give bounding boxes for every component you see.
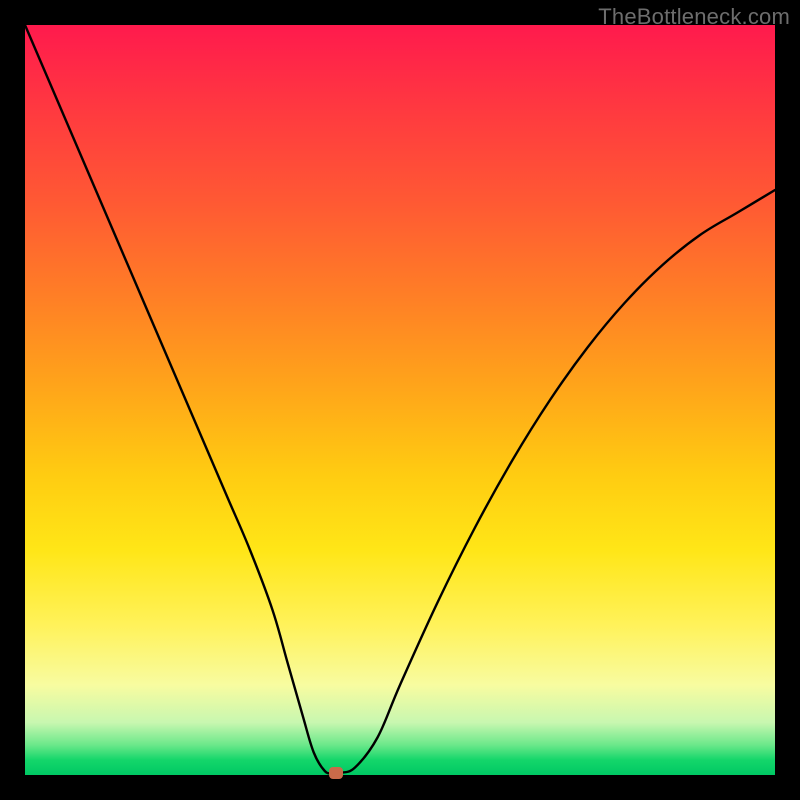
watermark-text: TheBottleneck.com [598,4,790,30]
chart-frame: TheBottleneck.com [0,0,800,800]
min-point-marker [329,767,343,779]
plot-area [25,25,775,775]
bottleneck-curve [25,25,775,775]
